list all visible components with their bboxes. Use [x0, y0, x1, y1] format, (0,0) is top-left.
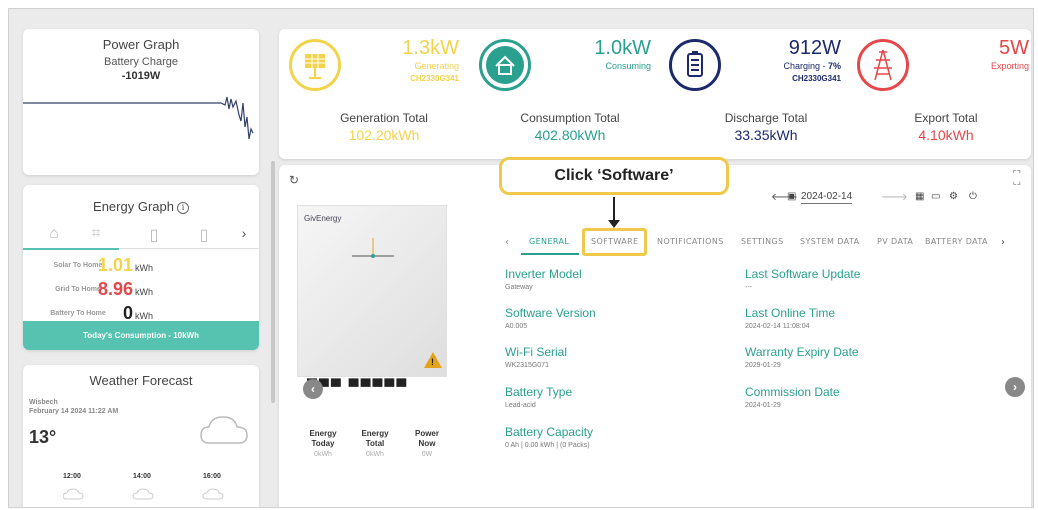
discharge-total: Discharge Total 33.35kWh [724, 111, 808, 143]
energy-total-stat: Energy Total 0kWh [361, 429, 389, 458]
arrow-right-icon[interactable]: 🡒 [881, 191, 908, 203]
field-warranty-expiry: Warranty Expiry Date 2029-01-29 [745, 345, 859, 369]
summary-card: 1.3kW Generating CH2330G341 1.0kW Consum… [279, 29, 1031, 159]
carousel-prev-button[interactable]: ‹ [303, 379, 323, 399]
active-tab-underline [521, 253, 579, 255]
inverter-panel: ↻ ⌜⌝ ⌞⌟ GivEnergy ! ▀▀▀ ▀▀▀▀▀ ‹ › Energy … [279, 165, 1031, 507]
energy-row-solar: Solar To Home 1.01 kWh [53, 255, 153, 275]
field-battery-capacity: Battery Capacity 0 Ah | 0.00 kWh | (0 Pa… [505, 425, 594, 449]
tabs-prev-icon[interactable]: ‹ [505, 237, 509, 248]
tab-divider [119, 248, 259, 249]
energy-today-stat: Energy Today 0kWh [309, 429, 337, 458]
solar-power-value: 1.3kW [402, 37, 459, 59]
battery-icon[interactable]: ▯ [143, 225, 165, 247]
consumption-total: Consumption Total 402.80kWh [520, 111, 620, 143]
grid-icon[interactable]: ⌗ [85, 225, 107, 247]
info-icon[interactable]: i [176, 202, 189, 214]
chevron-right-icon[interactable]: › [233, 225, 255, 247]
power-now-stat: Power Now 0W [414, 429, 439, 458]
export-total: Export Total 4.10kWh [914, 111, 978, 143]
field-inverter-model: Inverter Model Gateway [505, 267, 582, 291]
brand-logo: GivEnergy [304, 214, 342, 223]
battery-alt-icon[interactable]: ▯ [193, 225, 215, 247]
field-battery-type: Battery Type Lead-acid [505, 385, 573, 409]
power-graph-card[interactable]: Power Graph Battery Charge -1019W [23, 29, 259, 175]
field-commission-date: Commission Date 2024-01-29 [745, 385, 840, 409]
cloud-icon [200, 416, 248, 444]
field-last-software-update: Last Software Update --- [745, 267, 861, 291]
battery-status: Charging - 7% [783, 61, 841, 71]
cloud-icons-small [63, 488, 224, 500]
tab-settings[interactable]: SETTINGS [741, 237, 784, 246]
solar-status: Generating [414, 61, 459, 71]
solar-panel-icon [289, 39, 341, 91]
instruction-callout: Click ‘Software’ [499, 157, 729, 195]
sidebar-scrollbar[interactable] [271, 161, 275, 403]
grid-status: Exporting [990, 61, 1029, 71]
battery-status-icon [669, 39, 721, 91]
weather-forecast-card: Weather Forecast Wisbech February 14 202… [23, 365, 259, 507]
weather-temperature: 13° [29, 427, 57, 447]
inverter-tabs: ‹ GENERAL SOFTWARE NOTIFICATIONS SETTING… [505, 237, 1011, 253]
home-status: Consuming [605, 61, 651, 71]
energy-graph-tabs: ⌂ ⌗ ▯ ▯ › [23, 225, 259, 247]
power-icon[interactable]: ⏻ [969, 191, 977, 202]
app-frame: Power Graph Battery Charge -1019W Energy… [8, 8, 1034, 508]
tab-pv-data[interactable]: PV DATA [877, 237, 913, 246]
monitor-icon[interactable]: ▭ [931, 191, 940, 202]
todays-consumption-bar: Today's Consumption - 10kWh [23, 321, 259, 350]
flow-diagram-icon [352, 238, 394, 258]
energy-row-grid: Grid To Home 8.96 kWh [55, 279, 153, 299]
home-icon[interactable]: ⌂ [43, 225, 65, 247]
field-last-online-time: Last Online Time 2024-02-14 11:08:04 [745, 306, 836, 330]
home-power-value: 1.0kW [594, 37, 651, 59]
date-toolbar: 🡐 ▣ 2024-02-14 🡒 ▦ ▭ ⚙ ⏻ [771, 191, 1001, 207]
software-tab-highlight [582, 228, 647, 256]
battery-serial: CH2330G341 [792, 74, 841, 83]
tabs-next-icon[interactable]: › [1001, 237, 1005, 248]
callout-arrow-head [608, 220, 620, 228]
tab-battery-data[interactable]: BATTERY DATA [925, 237, 997, 246]
field-software-version: Software Version A0.005 [505, 306, 596, 330]
calendar-icon[interactable]: ▣ [787, 191, 796, 202]
tab-system-data[interactable]: SYSTEM DATA [800, 237, 859, 246]
tab-notifications[interactable]: NOTIFICATIONS [657, 237, 724, 246]
carousel-next-button[interactable]: › [1005, 377, 1025, 397]
energy-graph-title: Energy Graph i [23, 199, 259, 214]
refresh-icon[interactable]: ↻ [289, 173, 299, 187]
tab-general[interactable]: GENERAL [529, 237, 569, 246]
solar-serial: CH2330G341 [410, 74, 459, 83]
grid-pylon-icon [857, 39, 909, 91]
generation-total: Generation Total 102.20kWh [340, 111, 428, 143]
energy-graph-card: Energy Graph i ⌂ ⌗ ▯ ▯ › Solar To Home 1.… [23, 185, 259, 350]
inverter-image: GivEnergy ! [297, 205, 447, 377]
expand-icon[interactable]: ⌜⌝ ⌞⌟ [1013, 170, 1021, 186]
active-tab-indicator [23, 248, 119, 250]
power-graph-line [23, 96, 254, 140]
table-icon[interactable]: ▦ [915, 191, 924, 202]
settings-icon[interactable]: ⚙ [949, 191, 958, 202]
field-wifi-serial: Wi-Fi Serial WK2315G071 [505, 345, 567, 369]
date-input[interactable]: 2024-02-14 [801, 191, 853, 204]
home-consumption-icon [479, 39, 531, 91]
battery-power-value: 912W [788, 37, 841, 59]
weather-location: Wisbech February 14 2024 11:22 AM [29, 399, 119, 415]
weather-title: Weather Forecast [89, 373, 193, 388]
grid-power-value: 5W [999, 37, 1029, 59]
callout-arrow [613, 197, 615, 221]
